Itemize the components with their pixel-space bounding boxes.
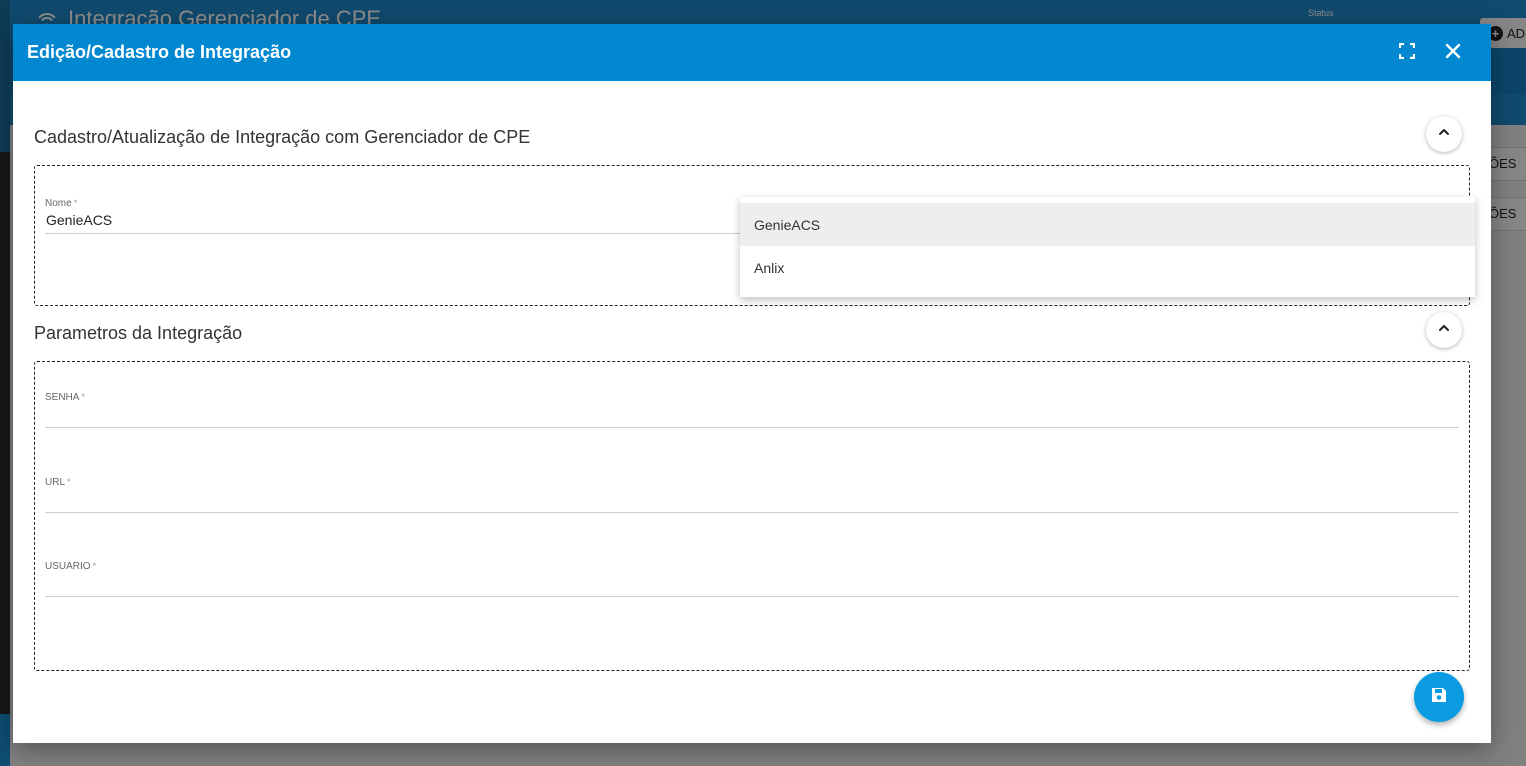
close-button[interactable] [1438,38,1468,68]
nome-value[interactable]: GenieACS [46,212,112,228]
maximize-button[interactable] [1392,38,1422,68]
dropdown-option[interactable]: Anlix [740,246,1475,289]
nome-dropdown-panel: GenieACS Anlix [740,197,1475,297]
close-icon [1445,43,1461,64]
dropdown-option[interactable]: GenieACS [740,203,1475,246]
dialog-title: Edição/Cadastro de Integração [27,42,292,62]
section-title-cadastro: Cadastro/Atualização de Integração com G… [34,127,531,147]
maximize-icon [1398,42,1416,64]
collapse-cadastro-button[interactable] [1426,116,1462,152]
chevron-up-icon [1437,321,1451,340]
nome-label: Nome * [45,198,78,209]
senha-input[interactable] [45,404,1459,426]
senha-label: SENHA * [45,392,85,403]
integration-dialog: Edição/Cadastro de Integração Cadastro/A… [13,24,1491,743]
usuario-label: USUARIO * [45,561,97,572]
save-button[interactable] [1414,672,1464,722]
parametros-fieldset: SENHA * URL * USUARIO * [34,361,1470,671]
dialog-header: Edição/Cadastro de Integração [13,24,1491,81]
save-icon [1430,686,1448,709]
chevron-up-icon [1437,125,1451,144]
url-input[interactable] [45,489,1459,511]
usuario-input[interactable] [45,573,1459,595]
section-title-parametros: Parametros da Integração [34,323,243,343]
collapse-parametros-button[interactable] [1426,312,1462,348]
url-label: URL * [45,477,71,488]
